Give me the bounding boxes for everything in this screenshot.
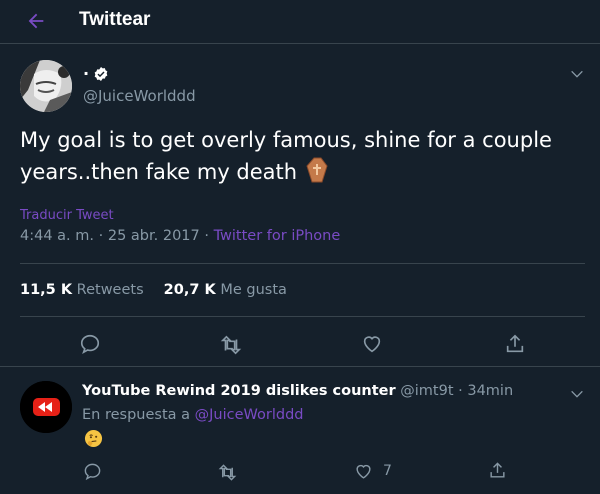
tweet-time[interactable]: 4:44 a. m. — [20, 228, 94, 244]
like-heart-icon[interactable] — [354, 462, 373, 481]
divider — [20, 316, 585, 317]
youtube-logo-icon — [20, 381, 72, 433]
retweet-icon[interactable] — [220, 334, 242, 356]
display-name[interactable]: . — [83, 60, 89, 79]
avatar[interactable] — [20, 60, 72, 112]
retweets-count: 11,5 K — [20, 282, 73, 298]
reply-context-prefix: En respuesta a — [82, 407, 191, 423]
retweets-label: Retweets — [76, 282, 144, 298]
verified-badge-icon — [94, 67, 108, 81]
thinking-face-emoji-icon — [84, 429, 103, 448]
like-heart-icon[interactable] — [361, 333, 383, 355]
arrow-left-icon[interactable] — [25, 10, 47, 32]
tweet-text: My goal is to get overly famous, shine f… — [20, 124, 585, 188]
reply-separator: · — [453, 383, 468, 399]
reply-like-count: 7 — [383, 463, 392, 479]
page-title: Twittear — [79, 9, 151, 30]
user-handle[interactable]: @JuiceWorlddd — [83, 87, 196, 105]
reply-mention-link[interactable]: @JuiceWorlddd — [195, 407, 304, 423]
tweet-source-link[interactable]: Twitter for iPhone — [214, 228, 341, 244]
chevron-down-icon[interactable] — [569, 386, 585, 402]
retweet-icon[interactable] — [218, 463, 237, 482]
coffin-emoji-icon — [306, 157, 328, 183]
likes-count: 20,7 K — [163, 282, 216, 298]
chevron-down-icon[interactable] — [569, 66, 585, 82]
share-icon[interactable] — [504, 333, 526, 355]
reply-header: YouTube Rewind 2019 dislikes counter @im… — [82, 383, 513, 399]
reply-time[interactable]: 34min — [467, 383, 513, 399]
reply-icon[interactable] — [83, 462, 102, 481]
meta-separator: · — [94, 228, 108, 244]
top-bar: Twittear — [0, 0, 600, 44]
reply-avatar[interactable] — [20, 381, 72, 433]
tweet-meta: 4:44 a. m. · 25 abr. 2017 · Twitter for … — [20, 228, 340, 244]
tweet-date[interactable]: 25 abr. 2017 — [108, 228, 200, 244]
share-icon[interactable] — [488, 461, 507, 480]
reply-context: En respuesta a @JuiceWorlddd — [82, 407, 303, 423]
translate-tweet-link[interactable]: Traducir Tweet — [20, 208, 114, 223]
tweet-stats: 11,5 K Retweets 20,7 K Me gusta — [20, 282, 287, 298]
tweet-body: My goal is to get overly famous, shine f… — [20, 128, 552, 184]
divider — [20, 263, 585, 264]
likes-label: Me gusta — [220, 282, 287, 298]
reply-display-name[interactable]: YouTube Rewind 2019 dislikes counter — [82, 383, 396, 399]
likes-stat[interactable]: 20,7 K Me gusta — [164, 282, 287, 298]
reply-icon[interactable] — [79, 333, 101, 355]
divider — [0, 366, 600, 367]
reply-handle[interactable]: @imt9t — [400, 383, 453, 399]
avatar-image — [20, 60, 72, 112]
meta-separator: · — [199, 228, 214, 244]
retweets-stat[interactable]: 11,5 K Retweets — [20, 282, 144, 298]
